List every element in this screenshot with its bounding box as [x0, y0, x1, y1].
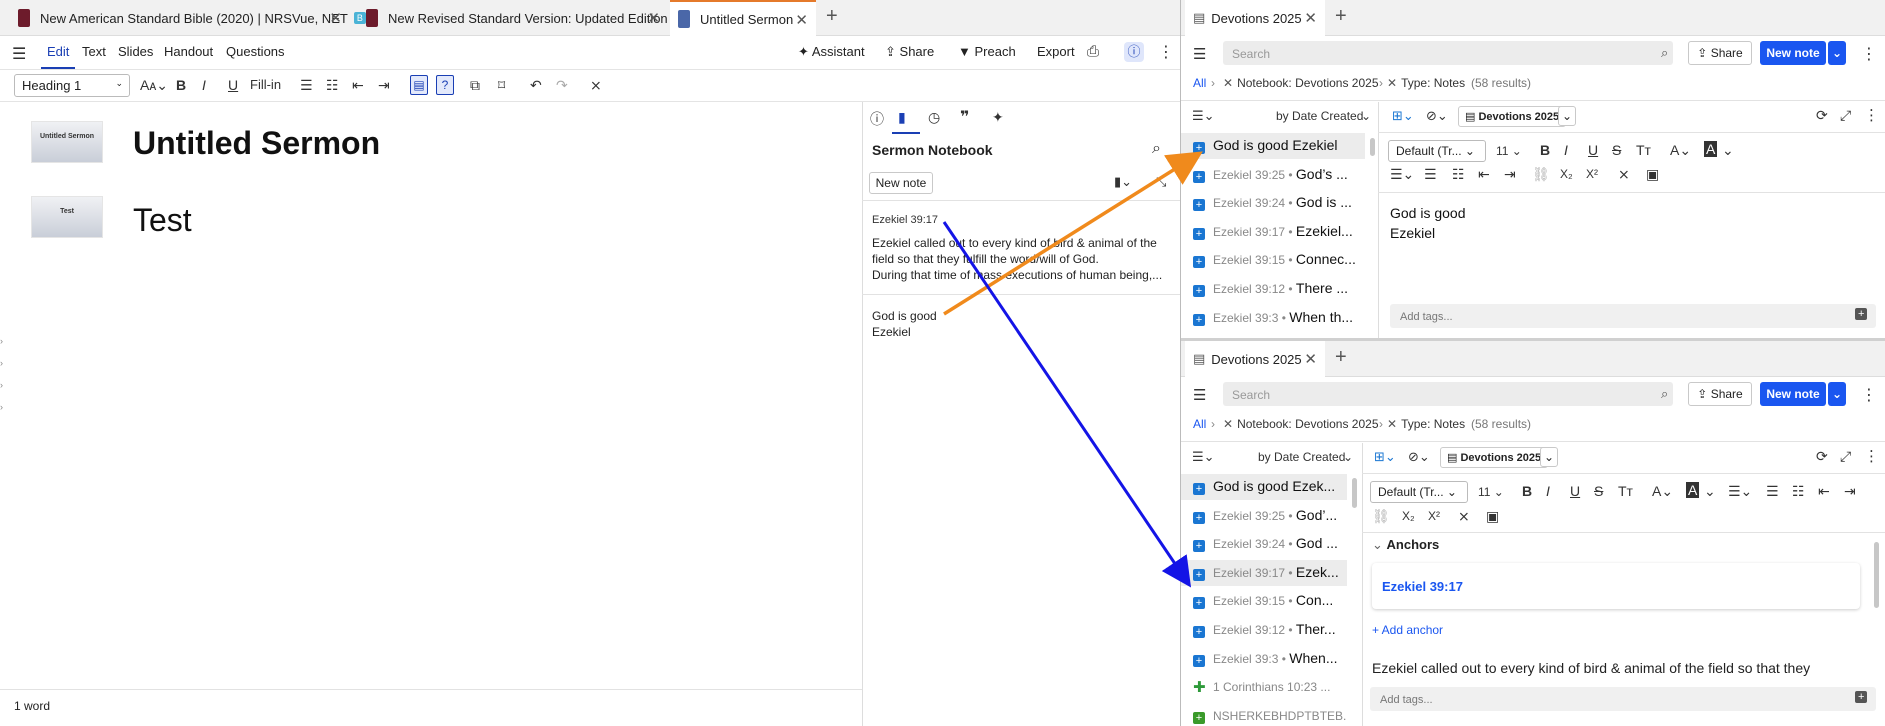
orange-arrow: [943, 151, 1203, 316]
annotation-arrows: [942, 151, 1203, 588]
blue-arrow: [942, 221, 1192, 588]
